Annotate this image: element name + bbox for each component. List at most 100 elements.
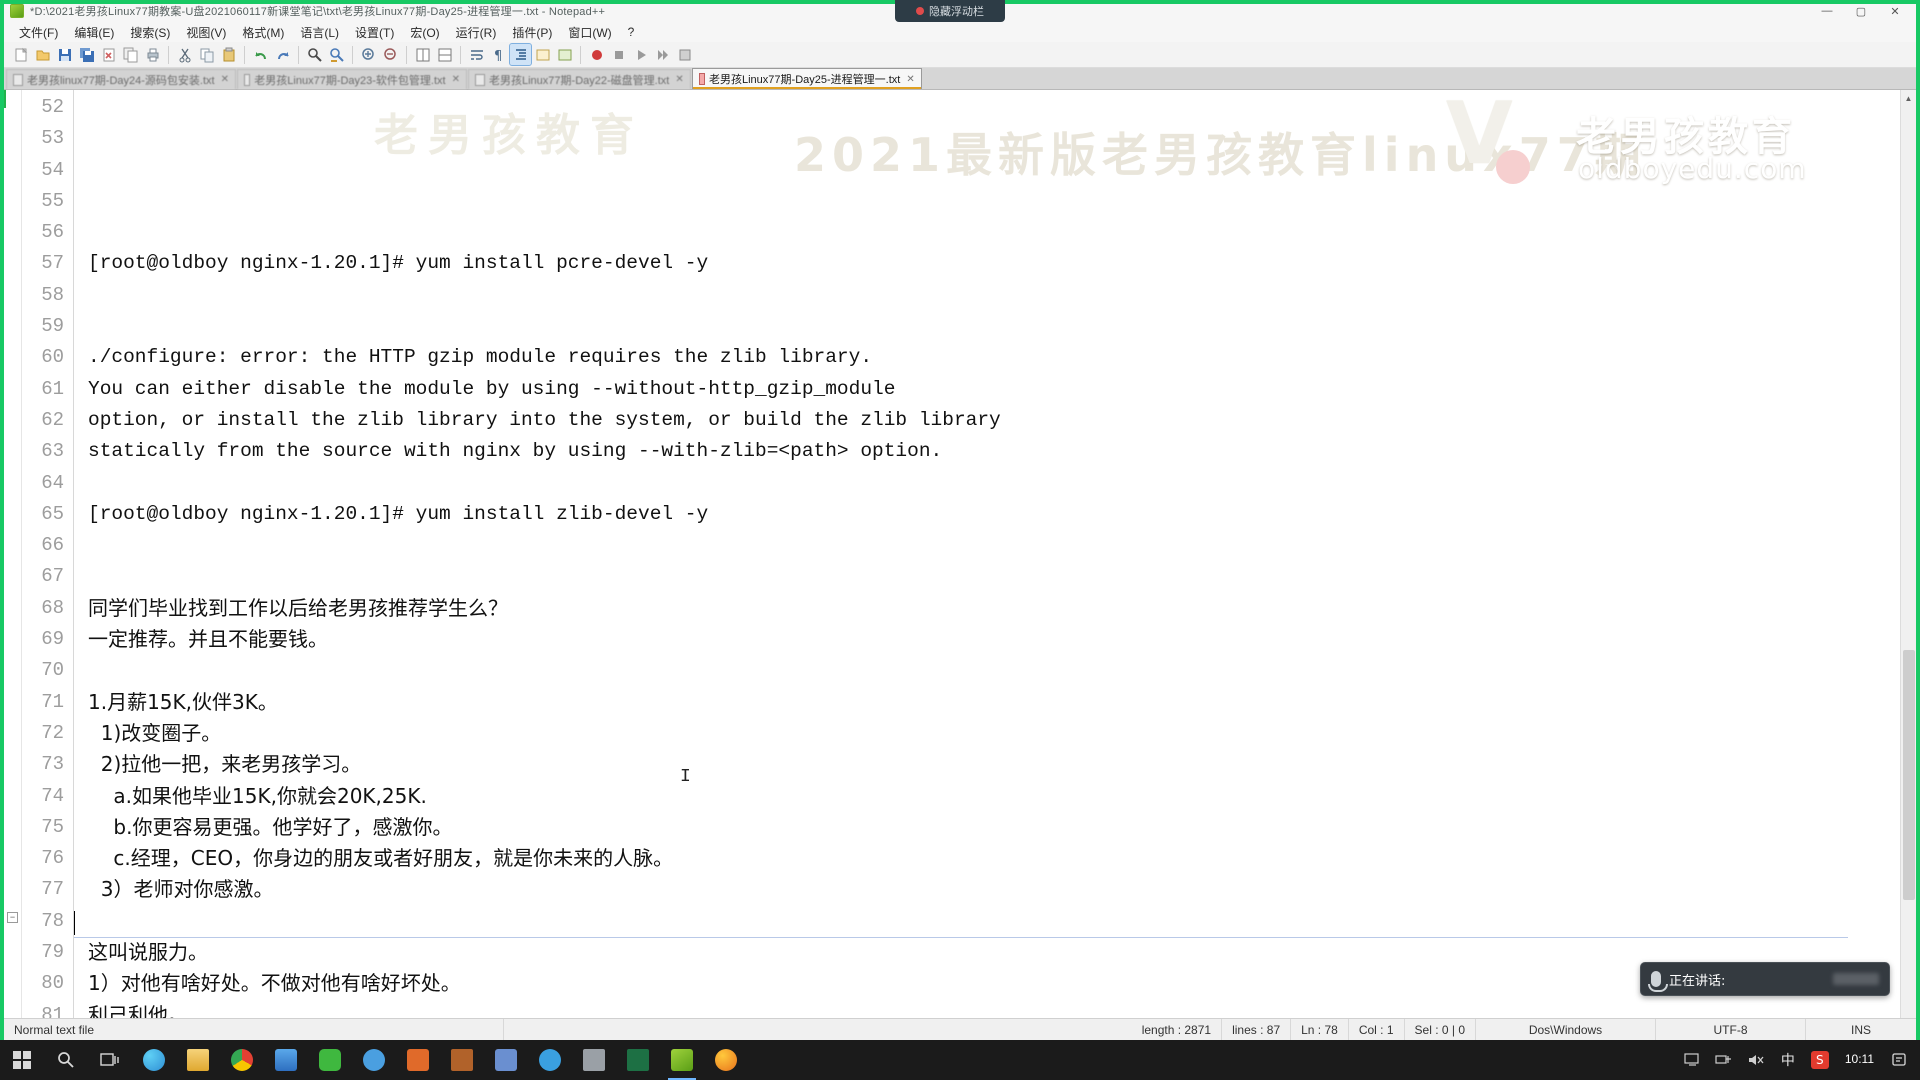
code-line[interactable]: 2)拉他一把，来老男孩学习。 bbox=[88, 749, 1900, 780]
lowercase-icon[interactable] bbox=[554, 44, 575, 65]
cut-icon[interactable] bbox=[174, 44, 195, 65]
code-line[interactable]: 3）老师对你感激。 bbox=[88, 874, 1900, 905]
tim-icon[interactable] bbox=[528, 1040, 572, 1080]
word-wrap-icon[interactable] bbox=[466, 44, 487, 65]
wechat-icon[interactable] bbox=[308, 1040, 352, 1080]
start-record-macro-icon[interactable] bbox=[586, 44, 607, 65]
menu-item-settings[interactable]: 设置(T) bbox=[348, 22, 401, 43]
code-line[interactable]: You can either disable the module by usi… bbox=[88, 374, 1900, 405]
task-view-icon[interactable] bbox=[88, 1040, 132, 1080]
xmind-icon[interactable] bbox=[396, 1040, 440, 1080]
find-icon[interactable] bbox=[304, 44, 325, 65]
menu-item-language[interactable]: 语言(L) bbox=[293, 22, 346, 43]
code-line[interactable]: ./configure: error: the HTTP gzip module… bbox=[88, 342, 1900, 373]
replace-icon[interactable] bbox=[326, 44, 347, 65]
code-line[interactable] bbox=[88, 530, 1900, 561]
zoom-in-icon[interactable] bbox=[358, 44, 379, 65]
notes-icon[interactable] bbox=[440, 1040, 484, 1080]
code-line[interactable] bbox=[88, 468, 1900, 499]
undo-icon[interactable] bbox=[250, 44, 271, 65]
menu-item-window[interactable]: 窗口(W) bbox=[561, 22, 618, 43]
new-file-icon[interactable] bbox=[10, 44, 31, 65]
sync-horizontal-icon[interactable] bbox=[434, 44, 455, 65]
save-macro-icon[interactable] bbox=[674, 44, 695, 65]
fold-toggle-icon[interactable]: − bbox=[7, 912, 18, 923]
menu-item-format[interactable]: 格式(M) bbox=[235, 22, 291, 43]
close-file-icon[interactable] bbox=[98, 44, 119, 65]
open-folder-icon[interactable] bbox=[32, 44, 53, 65]
menu-item-help[interactable]: ? bbox=[621, 23, 642, 41]
code-line[interactable] bbox=[88, 311, 1900, 342]
code-line[interactable]: 1)改变圈子。 bbox=[88, 718, 1900, 749]
network-icon[interactable] bbox=[1709, 1040, 1739, 1080]
code-line[interactable]: 1）对他有啥好处。不做对他有啥好坏处。 bbox=[88, 968, 1900, 999]
sync-vertical-icon[interactable] bbox=[412, 44, 433, 65]
run-macro-multiple-icon[interactable] bbox=[652, 44, 673, 65]
zoom-out-icon[interactable] bbox=[380, 44, 401, 65]
document-tab[interactable]: 老男孩Linux77期-Day22-磁盘管理.txt ✕ bbox=[468, 69, 691, 89]
code-line[interactable] bbox=[88, 906, 1900, 937]
code-line[interactable] bbox=[88, 655, 1900, 686]
windows-start-icon[interactable] bbox=[0, 1040, 44, 1080]
sogou-ime-icon[interactable]: S bbox=[1805, 1040, 1835, 1080]
menu-item-run[interactable]: 运行(R) bbox=[449, 22, 504, 43]
close-all-icon[interactable] bbox=[120, 44, 141, 65]
code-line[interactable]: 这叫说服力。 bbox=[88, 937, 1900, 968]
qq-icon[interactable] bbox=[352, 1040, 396, 1080]
edge-browser-icon[interactable] bbox=[132, 1040, 176, 1080]
editor-area[interactable]: − 52 53 54 55 56 57 58 59 60 61 62 63 64 65 66 67 68 69 70… bbox=[4, 90, 1916, 1032]
notification-icon[interactable] bbox=[1884, 1040, 1914, 1080]
menu-item-macro[interactable]: 宏(O) bbox=[403, 22, 446, 43]
media-player-icon[interactable] bbox=[484, 1040, 528, 1080]
code-line[interactable]: a.如果他毕业15K,你就会20K,25K. bbox=[88, 781, 1900, 812]
stop-record-macro-icon[interactable] bbox=[608, 44, 629, 65]
code-line[interactable]: 一定推荐。并且不能要钱。 bbox=[88, 624, 1900, 655]
indent-guide-icon[interactable] bbox=[509, 43, 532, 66]
uppercase-icon[interactable] bbox=[532, 44, 553, 65]
search-icon[interactable] bbox=[44, 1040, 88, 1080]
code-line[interactable]: option, or install the zlib library into… bbox=[88, 405, 1900, 436]
code-line[interactable]: statically from the source with nginx by… bbox=[88, 436, 1900, 467]
copy-icon[interactable] bbox=[196, 44, 217, 65]
print-icon[interactable] bbox=[142, 44, 163, 65]
tab-close-icon[interactable]: ✕ bbox=[675, 74, 683, 85]
playback-macro-icon[interactable] bbox=[630, 44, 651, 65]
scroll-up-icon[interactable]: ▲ bbox=[1901, 90, 1916, 106]
maximize-button[interactable]: ▢ bbox=[1844, 1, 1878, 21]
close-button[interactable]: ✕ bbox=[1878, 1, 1912, 21]
document-tab[interactable]: 老男孩Linux77期-Day23-软件包管理.txt ✕ bbox=[237, 69, 467, 89]
notepad-plus-icon[interactable] bbox=[660, 1040, 704, 1080]
show-desktop-icon[interactable] bbox=[1677, 1040, 1707, 1080]
code-line[interactable]: 1.月薪15K,伙伴3K。 bbox=[88, 687, 1900, 718]
fold-margin[interactable]: − bbox=[4, 90, 22, 1032]
tab-close-icon[interactable]: ✕ bbox=[452, 74, 460, 85]
code-line[interactable]: 同学们毕业找到工作以后给老男孩推荐学生么？ bbox=[88, 593, 1900, 624]
menu-item-plugins[interactable]: 插件(P) bbox=[505, 22, 559, 43]
firefox-icon[interactable] bbox=[704, 1040, 748, 1080]
chrome-browser-icon[interactable] bbox=[220, 1040, 264, 1080]
code-text-area[interactable]: 老男孩教育 2021最新版老男孩教育linux77期 [root@oldboy … bbox=[74, 90, 1900, 1032]
menu-item-file[interactable]: 文件(F) bbox=[12, 22, 65, 43]
excel-icon[interactable] bbox=[616, 1040, 660, 1080]
code-line[interactable] bbox=[88, 561, 1900, 592]
folder-explorer-icon[interactable] bbox=[176, 1040, 220, 1080]
document-tab-active[interactable]: 老男孩Linux77期-Day25-进程管理一.txt ✕ bbox=[691, 68, 922, 89]
volume-mute-icon[interactable] bbox=[1741, 1040, 1771, 1080]
code-line[interactable]: b.你更容易更强。他学好了，感激你。 bbox=[88, 812, 1900, 843]
scrollbar-thumb[interactable] bbox=[1903, 650, 1915, 900]
menu-item-view[interactable]: 视图(V) bbox=[179, 22, 233, 43]
code-line[interactable] bbox=[88, 217, 1900, 248]
ime-chinese-icon[interactable]: 中 bbox=[1773, 1040, 1803, 1080]
menu-item-edit[interactable]: 编辑(E) bbox=[67, 22, 121, 43]
code-line[interactable]: c.经理，CEO，你身边的朋友或者好朋友，就是你未来的人脉。 bbox=[88, 843, 1900, 874]
document-tab[interactable]: 老男孩linux77期-Day24-源码包安装.txt ✕ bbox=[6, 69, 236, 89]
code-line[interactable]: [root@oldboy nginx-1.20.1]# yum install … bbox=[88, 248, 1900, 279]
save-icon[interactable] bbox=[54, 44, 75, 65]
save-all-icon[interactable] bbox=[76, 44, 97, 65]
code-line[interactable]: [root@oldboy nginx-1.20.1]# yum install … bbox=[88, 499, 1900, 530]
vertical-scrollbar[interactable]: ▲ ▼ bbox=[1900, 90, 1916, 1032]
vmware-icon[interactable] bbox=[572, 1040, 616, 1080]
store-icon[interactable] bbox=[264, 1040, 308, 1080]
redo-icon[interactable] bbox=[272, 44, 293, 65]
menu-item-search[interactable]: 搜索(S) bbox=[123, 22, 177, 43]
